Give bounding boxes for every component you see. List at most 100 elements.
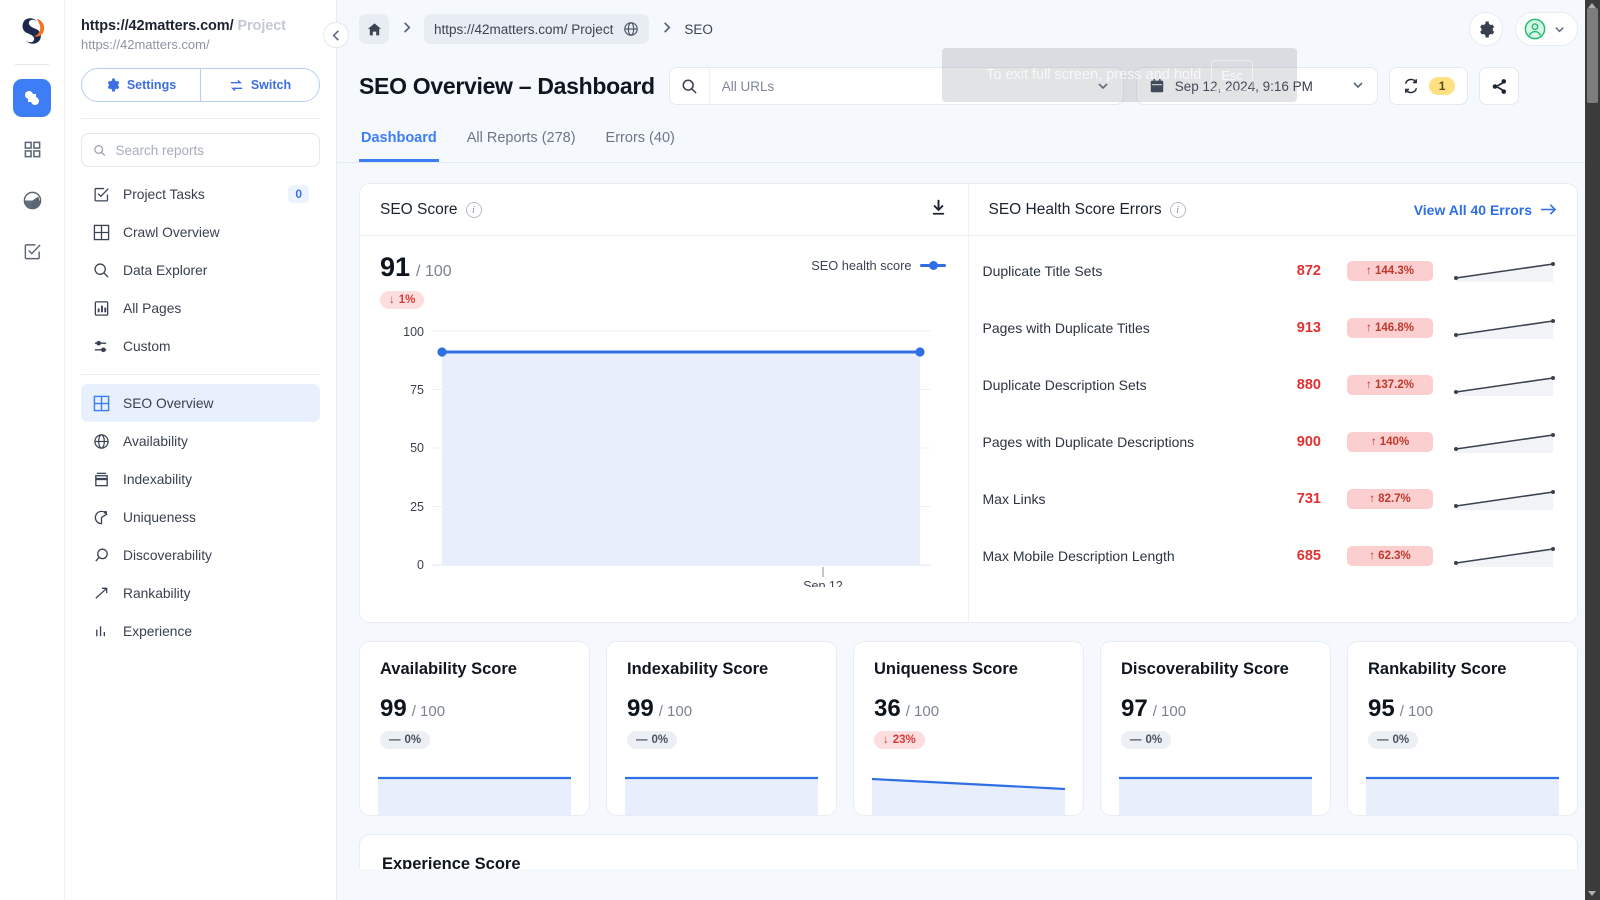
experience-score-title: Experience Score	[382, 855, 1555, 869]
card-title: Availability Score	[380, 660, 569, 679]
sidebar-item-availability[interactable]: Availability	[81, 422, 320, 460]
score-card-discoverability[interactable]: Discoverability Score 97 / 100 — 0%	[1100, 641, 1331, 816]
table-row[interactable]: Duplicate Description Sets 880 ↑ 137.2%	[983, 356, 1558, 413]
info-icon[interactable]: i	[466, 202, 482, 218]
globe-icon	[623, 21, 639, 37]
icon-rail	[0, 0, 65, 900]
search-reports-input[interactable]	[115, 143, 308, 158]
score-card-availability[interactable]: Availability Score 99 / 100 — 0%	[359, 641, 590, 816]
error-name: Pages with Duplicate Descriptions	[983, 434, 1252, 450]
card-delta-value: 0%	[652, 734, 669, 746]
card-score: 95	[1368, 695, 1395, 723]
share-icon	[1491, 78, 1508, 95]
date-range-picker[interactable]: Sep 12, 2024, 9:16 PM	[1136, 67, 1378, 105]
browser-scrollbar[interactable]	[1585, 0, 1600, 900]
tab-errors[interactable]: Errors (40)	[604, 120, 677, 162]
seo-score-chart: 100 75 50 25 0	[380, 317, 948, 592]
home-button[interactable]	[359, 14, 389, 44]
download-icon[interactable]	[929, 198, 948, 222]
table-row[interactable]: Pages with Duplicate Titles 913 ↑ 146.8%	[983, 299, 1558, 356]
refresh-button[interactable]: 1	[1389, 67, 1469, 105]
pie-chart-icon	[92, 508, 111, 527]
search-reports-box[interactable]	[81, 133, 320, 167]
refresh-count-badge: 1	[1429, 77, 1456, 95]
card-delta-value: 0%	[405, 734, 422, 746]
sidebar-item-data-explorer[interactable]: Data Explorer	[81, 251, 320, 289]
sidebar-item-indexability[interactable]: Indexability	[81, 460, 320, 498]
sidebar-item-label: Crawl Overview	[123, 225, 309, 240]
url-filter-input[interactable]	[710, 68, 1083, 104]
seo-errors-panel: SEO Health Score Errors i View All 40 Er…	[969, 184, 1578, 622]
sidebar-item-label: SEO Overview	[123, 396, 309, 411]
card-sparkline	[378, 775, 571, 815]
switch-button[interactable]: Switch	[200, 69, 319, 101]
table-row[interactable]: Pages with Duplicate Descriptions 900 ↑ …	[983, 413, 1558, 470]
switch-label: Switch	[251, 78, 291, 92]
seo-errors-title: SEO Health Score Errors	[989, 201, 1162, 219]
card-score: 99	[380, 695, 407, 723]
card-delta-value: 0%	[1146, 734, 1163, 746]
account-avatar-icon	[1524, 18, 1546, 40]
sidebar-item-label: Uniqueness	[123, 510, 309, 525]
svg-text:Sep 12: Sep 12	[803, 579, 843, 587]
error-name: Max Mobile Description Length	[983, 548, 1252, 564]
url-filter-dropdown[interactable]	[1083, 79, 1123, 93]
tab-dashboard[interactable]: Dashboard	[359, 120, 439, 162]
card-sparkline	[625, 775, 818, 815]
sidebar-item-label: Discoverability	[123, 548, 309, 563]
seo-health-area-chart: 100 75 50 25 0	[386, 317, 946, 587]
settings-gear-button[interactable]	[1469, 12, 1503, 46]
error-value: 685	[1251, 548, 1321, 564]
sidebar-item-experience[interactable]: Experience	[81, 612, 320, 650]
arrow-down-icon: ↓	[389, 294, 395, 306]
error-value: 731	[1251, 491, 1321, 507]
dash-icon: —	[389, 734, 401, 746]
card-denominator: / 100	[1153, 703, 1186, 720]
breadcrumb-current[interactable]: SEO	[684, 22, 713, 37]
sidebar-item-all-pages[interactable]: All Pages	[81, 289, 320, 327]
sidebar-item-uniqueness[interactable]: Uniqueness	[81, 498, 320, 536]
card-title: Indexability Score	[627, 660, 816, 679]
account-menu-button[interactable]	[1515, 12, 1578, 46]
share-button[interactable]	[1479, 67, 1519, 105]
sidebar-item-discoverability[interactable]: Discoverability	[81, 536, 320, 574]
error-value: 872	[1251, 263, 1321, 279]
rail-item-tasks[interactable]	[13, 232, 51, 270]
breadcrumb-project[interactable]: https://42matters.com/ Project	[424, 14, 649, 44]
legend-label: SEO health score	[811, 258, 911, 273]
seo-score-body: SEO health score 91 / 100 ↓ 1%	[360, 236, 968, 592]
table-row[interactable]: Max Links 731 ↑ 82.7%	[983, 470, 1558, 527]
search-icon	[93, 143, 106, 158]
sidebar-item-custom[interactable]: Custom	[81, 327, 320, 365]
score-card-rankability[interactable]: Rankability Score 95 / 100 — 0%	[1347, 641, 1578, 816]
top-bar-right	[1469, 12, 1578, 46]
seo-score-denominator: / 100	[416, 263, 452, 281]
scrollbar-thumb[interactable]	[1587, 8, 1598, 103]
sidebar-item-label: Project Tasks	[123, 187, 276, 202]
gear-icon	[106, 78, 120, 92]
sidebar-item-crawl-overview[interactable]: Crawl Overview	[81, 213, 320, 251]
experience-score-card[interactable]: Experience Score	[359, 834, 1578, 869]
rail-item-apps[interactable]	[13, 130, 51, 168]
rail-item-speedometer[interactable]	[13, 181, 51, 219]
table-row[interactable]: Duplicate Title Sets 872 ↑ 144.3%	[983, 242, 1558, 299]
info-icon[interactable]: i	[1170, 202, 1186, 218]
error-sparkline	[1453, 313, 1557, 343]
url-search-button[interactable]	[670, 68, 710, 104]
card-denominator: / 100	[1400, 703, 1433, 720]
score-card-indexability[interactable]: Indexability Score 99 / 100 — 0%	[606, 641, 837, 816]
sidebar-item-project-tasks[interactable]: Project Tasks 0	[81, 175, 320, 213]
rail-item-link-tool[interactable]	[13, 79, 51, 117]
sidebar-collapse-button[interactable]	[323, 22, 349, 48]
view-all-errors-link[interactable]: View All 40 Errors	[1414, 202, 1557, 218]
project-title-suffix: Project	[234, 18, 286, 34]
settings-button[interactable]: Settings	[82, 69, 200, 101]
table-row[interactable]: Max Mobile Description Length 685 ↑ 62.3…	[983, 527, 1558, 584]
score-card-uniqueness[interactable]: Uniqueness Score 36 / 100 ↓ 23%	[853, 641, 1084, 816]
chevron-down-icon	[1351, 78, 1365, 95]
sidebar-item-rankability[interactable]: Rankability	[81, 574, 320, 612]
tab-all-reports[interactable]: All Reports (278)	[465, 120, 578, 162]
card-delta-value: 23%	[893, 734, 916, 746]
scroll-down-arrow-icon[interactable]	[1588, 891, 1596, 896]
sidebar-item-seo-overview[interactable]: SEO Overview	[81, 384, 320, 422]
